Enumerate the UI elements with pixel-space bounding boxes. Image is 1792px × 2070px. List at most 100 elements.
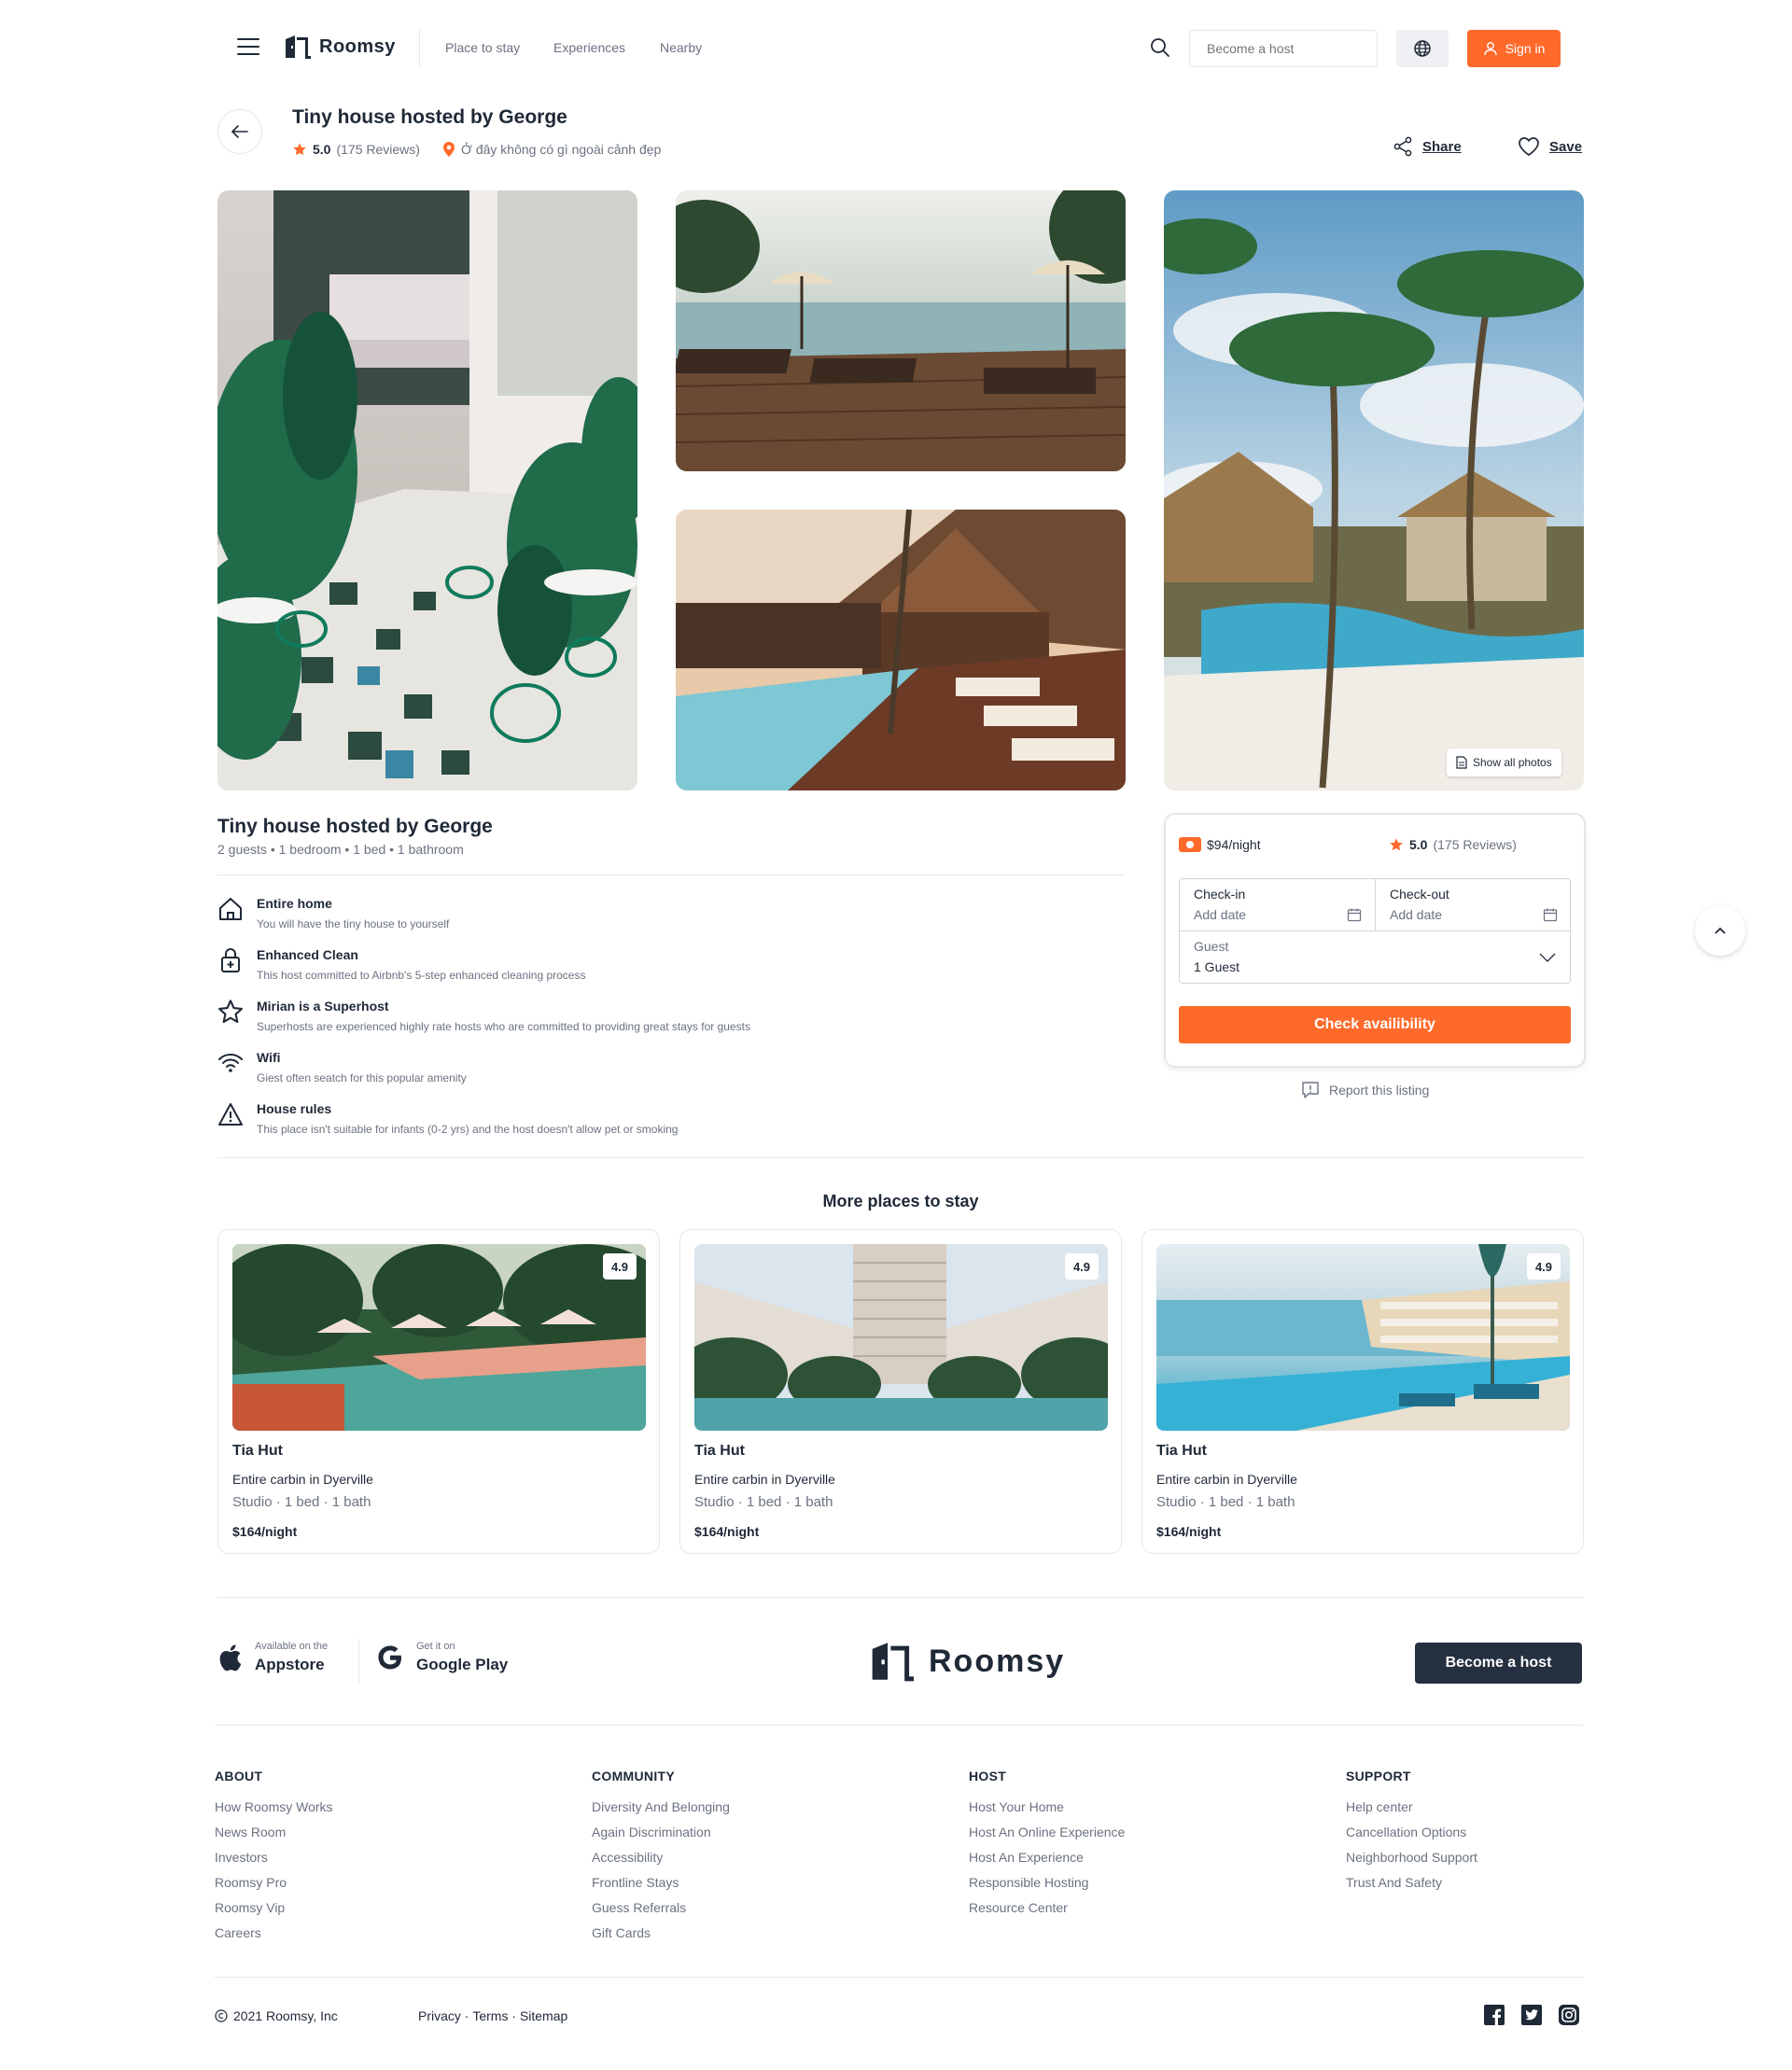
photo-pool-deck[interactable] — [676, 190, 1126, 471]
checkin-field[interactable]: Check-in Add date — [1194, 887, 1367, 926]
checkout-field[interactable]: Check-out Add date — [1390, 887, 1563, 926]
place-image: 4.9 — [232, 1244, 646, 1431]
heart-icon — [1519, 137, 1539, 157]
footer-column-title: SUPPORT — [1346, 1769, 1411, 1783]
logo-icon — [872, 1643, 914, 1682]
legal-separator: · — [460, 2008, 473, 2023]
footer-link[interactable]: News Room — [215, 1820, 333, 1845]
price-per-night: $94/night — [1179, 837, 1261, 852]
footer-link[interactable]: Host Your Home — [969, 1795, 1125, 1820]
footer-link[interactable]: Roomsy Vip — [215, 1895, 333, 1921]
rating-value: 5.0 — [313, 142, 331, 157]
date-divider — [1179, 930, 1571, 931]
guest-select[interactable]: Guest 1 Guest — [1194, 939, 1563, 978]
footer-link[interactable]: Responsible Hosting — [969, 1870, 1125, 1895]
place-image: 4.9 — [1156, 1244, 1570, 1431]
appstore-link[interactable]: Available on the Appstore — [217, 1641, 328, 1674]
place-card[interactable]: 4.9 Tia Hut Entire carbin in Dyerville S… — [1141, 1229, 1584, 1554]
booking-review-count: (175 Reviews) — [1433, 837, 1517, 852]
check-availability-button[interactable]: Check availibility — [1179, 1006, 1571, 1043]
feature-desc: You will have the tiny house to yourself — [257, 917, 450, 930]
footer-link[interactable]: Again Discrimination — [592, 1820, 730, 1845]
photo-lodge-pool[interactable] — [676, 510, 1126, 790]
footer-link[interactable]: Roomsy Pro — [215, 1870, 333, 1895]
photo-courtyard[interactable] — [217, 190, 637, 790]
feature-title: Wifi — [257, 1050, 281, 1065]
become-host-input[interactable] — [1189, 30, 1378, 67]
place-name: Tia Hut — [1156, 1443, 1207, 1459]
place-card[interactable]: 4.9 Tia Hut Entire carbin in Dyerville S… — [679, 1229, 1122, 1554]
footer-link[interactable]: Host An Online Experience — [969, 1820, 1125, 1845]
footer-link[interactable]: Frontline Stays — [592, 1870, 730, 1895]
sign-in-button[interactable]: Sign in — [1467, 30, 1561, 67]
page-title: Tiny house hosted by George — [292, 106, 567, 128]
footer-link[interactable]: Diversity And Belonging — [592, 1795, 730, 1820]
place-name: Tia Hut — [232, 1443, 283, 1459]
place-image: 4.9 — [694, 1244, 1108, 1431]
footer-link[interactable]: Careers — [215, 1921, 333, 1946]
menu-icon[interactable] — [237, 37, 261, 58]
title-meta: 5.0 (175 Reviews) Ở đây không có gì ngoà… — [292, 141, 661, 158]
footer-divider — [215, 1725, 1583, 1726]
footer-column-title: COMMUNITY — [592, 1769, 676, 1783]
footer-link[interactable]: Resource Center — [969, 1895, 1125, 1921]
nav-place-to-stay[interactable]: Place to stay — [445, 40, 520, 55]
divider — [217, 874, 1125, 875]
logo-icon — [286, 35, 311, 59]
share-label: Share — [1422, 138, 1462, 155]
store-divider — [358, 1639, 359, 1684]
brand-logo[interactable]: Roomsy — [284, 34, 396, 60]
footer-link[interactable]: Trust And Safety — [1346, 1870, 1477, 1895]
footer-link[interactable]: Accessibility — [592, 1845, 730, 1870]
footer-link[interactable]: How Roomsy Works — [215, 1795, 333, 1820]
place-info: Studio · 1 bed · 1 bath — [232, 1494, 371, 1510]
photo-palm-pool[interactable] — [1164, 190, 1584, 790]
show-all-photos-button[interactable]: Show all photos — [1447, 748, 1561, 776]
document-icon — [1456, 756, 1467, 769]
footer-brand-name: Roomsy — [929, 1643, 1066, 1679]
twitter-icon[interactable] — [1521, 2005, 1542, 2025]
place-price: $164/night — [232, 1524, 298, 1539]
save-button[interactable]: Save — [1518, 136, 1582, 157]
instagram-icon[interactable] — [1559, 2005, 1579, 2025]
place-card[interactable]: 4.9 Tia Hut Entire carbin in Dyerville S… — [217, 1229, 660, 1554]
footer-link[interactable]: Gift Cards — [592, 1921, 730, 1946]
place-price: $164/night — [694, 1524, 760, 1539]
footer-link[interactable]: Neighborhood Support — [1346, 1845, 1477, 1870]
footer-link[interactable]: Host An Experience — [969, 1845, 1125, 1870]
footer-link[interactable]: Guess Referrals — [592, 1895, 730, 1921]
warning-icon — [217, 1101, 244, 1127]
footer-link[interactable]: Investors — [215, 1845, 333, 1870]
checkout-value: Add date — [1390, 907, 1443, 922]
sitemap-link[interactable]: Sitemap — [520, 2008, 567, 2023]
footer-link[interactable]: Help center — [1346, 1795, 1477, 1820]
footer-column-community: COMMUNITY Diversity And Belonging Again … — [592, 1769, 730, 1946]
apple-icon — [219, 1644, 242, 1671]
google-play-link[interactable]: Get it on Google Play — [377, 1641, 508, 1674]
nav-experiences[interactable]: Experiences — [553, 40, 625, 55]
search-icon[interactable] — [1150, 37, 1170, 58]
privacy-link[interactable]: Privacy — [418, 2008, 461, 2023]
facebook-icon[interactable] — [1484, 2005, 1505, 2025]
become-host-button[interactable]: Become a host — [1415, 1643, 1582, 1684]
star-filled-icon — [1390, 838, 1403, 851]
report-listing-link[interactable]: Report this listing — [1301, 1081, 1429, 1099]
share-button[interactable]: Share — [1393, 136, 1462, 157]
back-button[interactable] — [217, 109, 262, 154]
legal-links: Privacy · Terms · Sitemap — [418, 2008, 567, 2023]
location-text[interactable]: Ở đây không có gì ngoài cảnh đẹp — [461, 142, 661, 157]
footer-link[interactable]: Cancellation Options — [1346, 1820, 1477, 1845]
copyright-icon — [215, 2009, 228, 2022]
language-button[interactable] — [1396, 30, 1449, 67]
details-subtitle: 2 guests • 1 bedroom • 1 bed • 1 bathroo… — [217, 842, 464, 857]
feature-title: Mirian is a Superhost — [257, 999, 389, 1014]
footer-logo[interactable]: Roomsy — [869, 1640, 1065, 1683]
feature-desc: Superhosts are experienced highly rate h… — [257, 1020, 750, 1033]
footer-divider — [215, 1977, 1583, 1978]
terms-link[interactable]: Terms — [472, 2008, 508, 2023]
scroll-to-top-button[interactable] — [1695, 905, 1745, 956]
checkin-value: Add date — [1194, 907, 1247, 922]
nav-nearby[interactable]: Nearby — [660, 40, 702, 55]
clean-lock-icon — [217, 947, 244, 973]
feature-title: Entire home — [257, 896, 332, 911]
